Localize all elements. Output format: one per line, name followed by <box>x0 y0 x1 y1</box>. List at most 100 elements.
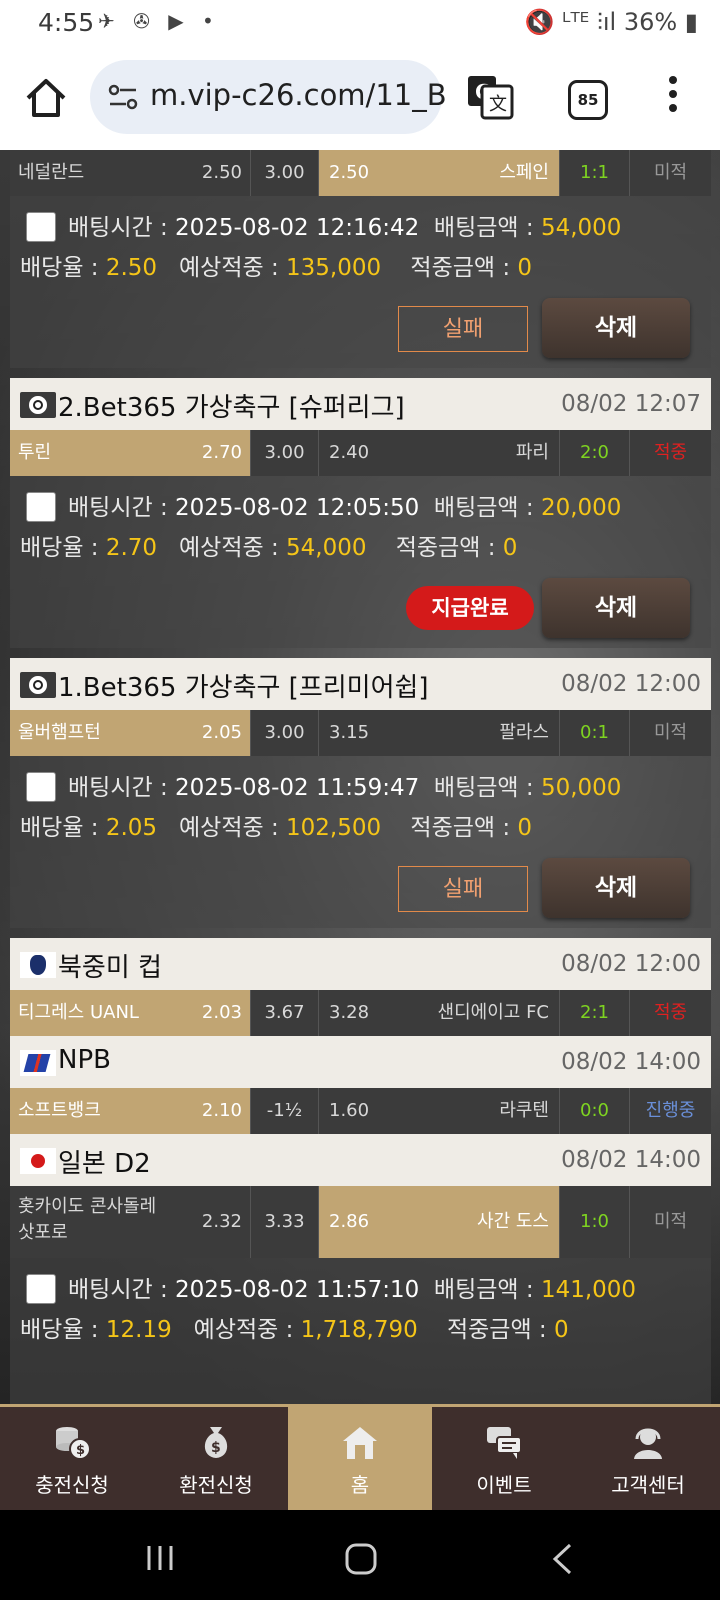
nav-support[interactable]: 고객센터 <box>576 1407 720 1510</box>
bet-amount: 20,000 <box>540 495 622 521</box>
bet-rate: 12.19 <box>105 1317 172 1343</box>
result-cell: 적중 <box>629 990 711 1036</box>
score-cell: 1:1 <box>559 150 629 196</box>
back-icon[interactable] <box>550 1542 574 1576</box>
draw-odds-cell[interactable]: 3.00 <box>250 710 318 756</box>
bet-history-list[interactable]: 네덜란드 2.50 3.00 2.50 스페인 1:1 미적 배팅시간 : 2025… <box>0 150 720 1404</box>
bet-summary: 배팅시간 : 2025-08-02 12:05:50 배팅금액 : 20,000… <box>10 476 711 648</box>
nav-withdraw[interactable]: $ 환전신청 <box>144 1407 288 1510</box>
translate-icon[interactable]: G 文 <box>466 74 514 120</box>
home-icon[interactable] <box>24 76 68 120</box>
score-cell: 2:1 <box>559 990 629 1036</box>
league-name: NPB <box>58 1045 111 1075</box>
champions-cup-logo-icon <box>20 952 56 978</box>
game-row: 홋카이도 콘사돌레 삿포로 2.32 3.33 2.86 사간 도스 1:0 미적 <box>10 1186 711 1258</box>
address-bar[interactable]: m.vip-c26.com/11_B <box>90 60 447 134</box>
game-datetime: 08/02 12:00 <box>561 951 701 977</box>
nav-event[interactable]: 이벤트 <box>432 1407 576 1510</box>
money-bag-icon: $ <box>204 1427 228 1458</box>
tab-switcher-button[interactable]: 85 <box>568 80 608 120</box>
score-cell: 0:0 <box>559 1088 629 1134</box>
bet-amount: 50,000 <box>540 775 622 801</box>
recent-apps-icon[interactable] <box>144 1542 176 1574</box>
win-amount: 0 <box>517 255 533 281</box>
fail-status-button[interactable]: 실패 <box>398 866 528 912</box>
soccer-ball-icon <box>20 672 56 698</box>
draw-odds-cell[interactable]: 3.00 <box>250 150 318 196</box>
bet-time: 2025-08-02 11:57:10 <box>175 1277 420 1303</box>
away-team-cell[interactable]: 2.50 스페인 <box>318 150 559 196</box>
bet-time: 2025-08-02 12:16:42 <box>175 215 420 241</box>
league-name: 일본 D2 <box>58 1149 151 1179</box>
system-status-icons: 🔇 ᴸᵀᴱ ⫶ıl 36% ▮ <box>524 8 698 36</box>
league-header: 일본 D2 08/02 14:00 <box>10 1134 711 1186</box>
home-team-cell[interactable]: 울버햄프턴 2.05 <box>10 710 250 756</box>
bet-select-checkbox[interactable] <box>26 492 56 522</box>
bet-summary: 배팅시간 : 2025-08-02 11:57:10 배팅금액 : 141,00… <box>10 1258 711 1404</box>
result-cell: 적중 <box>629 430 711 476</box>
more-menu-icon[interactable] <box>668 76 678 120</box>
game-row: 소프트뱅크 2.10 -1½ 1.60 라쿠텐 0:0 진행중 <box>10 1088 711 1134</box>
bet-select-checkbox[interactable] <box>26 1274 56 1304</box>
away-team-cell[interactable]: 2.40 파리 <box>318 430 559 476</box>
home-team-cell[interactable]: 티그레스 UANL 2.03 <box>10 990 250 1036</box>
home-team-cell[interactable]: 소프트뱅크 2.10 <box>10 1088 250 1134</box>
away-team-cell[interactable]: 2.86 사간 도스 <box>318 1186 559 1258</box>
delete-button[interactable]: 삭제 <box>542 298 690 358</box>
npb-logo-icon <box>20 1050 56 1076</box>
bet-amount: 54,000 <box>540 215 622 241</box>
bet-rate: 2.70 <box>105 535 158 561</box>
expected-win: 135,000 <box>286 255 382 281</box>
score-cell: 0:1 <box>559 710 629 756</box>
expected-win: 102,500 <box>286 815 382 841</box>
draw-odds-cell[interactable]: 3.67 <box>250 990 318 1036</box>
site-settings-icon[interactable] <box>108 84 138 110</box>
bet-rate: 2.05 <box>105 815 158 841</box>
away-team-cell[interactable]: 3.15 팔라스 <box>318 710 559 756</box>
nav-deposit[interactable]: $ 충전신청 <box>0 1407 144 1510</box>
home-team-cell[interactable]: 네덜란드 2.50 <box>10 150 250 196</box>
draw-odds-cell[interactable]: 3.00 <box>250 430 318 476</box>
browser-toolbar: m.vip-c26.com/11_B G 文 85 <box>0 46 720 150</box>
paid-status-button[interactable]: 지급완료 <box>406 586 534 630</box>
game-datetime: 08/02 14:00 <box>561 1049 701 1075</box>
draw-odds-cell[interactable]: 3.33 <box>250 1186 318 1258</box>
result-cell: 미적 <box>629 150 711 196</box>
bet-amount: 141,000 <box>540 1277 637 1303</box>
clock: 4:55 <box>38 8 95 37</box>
result-cell: 미적 <box>629 1186 711 1258</box>
bet-select-checkbox[interactable] <box>26 212 56 242</box>
url-text: m.vip-c26.com/11_B <box>150 78 447 112</box>
game-row: 네덜란드 2.50 3.00 2.50 스페인 1:1 미적 <box>10 150 711 196</box>
league-header: 2.Bet365 가상축구 [슈퍼리그] 08/02 12:07 <box>10 378 711 430</box>
away-team-cell[interactable]: 3.28 샌디에이고 FC <box>318 990 559 1036</box>
bet-rate: 2.50 <box>105 255 158 281</box>
delete-button[interactable]: 삭제 <box>542 578 690 638</box>
game-row: 울버햄프턴 2.05 3.00 3.15 팔라스 0:1 미적 <box>10 710 711 756</box>
nav-home[interactable]: 홈 <box>288 1407 432 1510</box>
bottom-navigation: $ 충전신청 $ 환전신청 홈 이벤트 고객센터 <box>0 1404 720 1510</box>
league-name: 1.Bet365 가상축구 [프리미어쉽] <box>58 673 429 703</box>
away-team-cell[interactable]: 1.60 라쿠텐 <box>318 1088 559 1134</box>
delete-button[interactable]: 삭제 <box>542 858 690 918</box>
home-nav-icon[interactable] <box>344 1542 378 1576</box>
win-amount: 0 <box>502 535 518 561</box>
expected-win: 54,000 <box>286 535 367 561</box>
bet-select-checkbox[interactable] <box>26 772 56 802</box>
bet-time: 2025-08-02 11:59:47 <box>175 775 420 801</box>
svg-text:$: $ <box>211 1440 221 1456</box>
bet-summary: 배팅시간 : 2025-08-02 11:59:47 배팅금액 : 50,000… <box>10 756 711 928</box>
home-team-cell[interactable]: 홋카이도 콘사돌레 삿포로 2.32 <box>10 1186 250 1258</box>
result-cell: 진행중 <box>629 1088 711 1134</box>
win-amount: 0 <box>517 815 533 841</box>
handicap-cell[interactable]: -1½ <box>250 1088 318 1134</box>
expected-win: 1,718,790 <box>300 1317 418 1343</box>
game-datetime: 08/02 12:07 <box>561 391 701 417</box>
result-cell: 미적 <box>629 710 711 756</box>
game-datetime: 08/02 12:00 <box>561 671 701 697</box>
notification-icons: ✈ ✇ ▶ • <box>98 9 220 33</box>
fail-status-button[interactable]: 실패 <box>398 306 528 352</box>
bet-summary: 배팅시간 : 2025-08-02 12:16:42 배팅금액 : 54,000… <box>10 196 711 368</box>
game-datetime: 08/02 14:00 <box>561 1147 701 1173</box>
home-team-cell[interactable]: 투린 2.70 <box>10 430 250 476</box>
